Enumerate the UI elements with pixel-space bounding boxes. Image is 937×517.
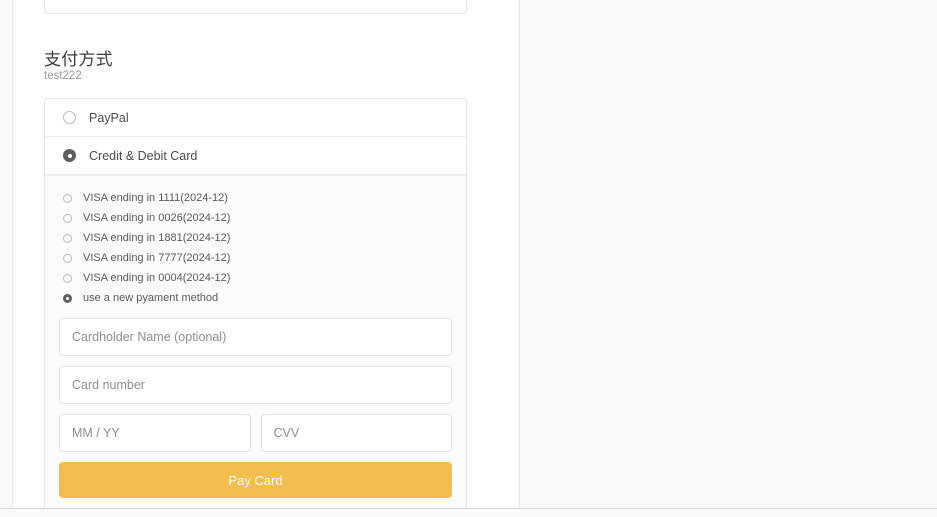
cardholder-field-wrap: [45, 318, 466, 356]
saved-card-option[interactable]: VISA ending in 0026(2024-12): [45, 208, 466, 228]
saved-card-option[interactable]: VISA ending in 1881(2024-12): [45, 228, 466, 248]
pay-button-wrap: Pay Card: [45, 462, 466, 498]
radio-icon-saved-card[interactable]: [63, 233, 72, 243]
payment-method-paypal[interactable]: PayPal: [45, 99, 466, 137]
card-number-field-wrap: [45, 366, 466, 404]
right-empty-pane: [520, 0, 937, 509]
left-gutter-divider: [12, 0, 13, 509]
saved-card-option[interactable]: VISA ending in 0004(2024-12): [45, 268, 466, 288]
cvv-field-wrap: [260, 414, 452, 452]
payment-method-label: Credit & Debit Card: [89, 148, 198, 163]
pay-card-button[interactable]: Pay Card: [59, 462, 452, 498]
radio-icon-saved-card[interactable]: [63, 273, 72, 283]
cvv-input[interactable]: [260, 414, 452, 452]
scrolled-off-card[interactable]: ⌄: [44, 0, 467, 14]
radio-icon-paypal[interactable]: [63, 111, 76, 124]
saved-card-label: VISA ending in 7777(2024-12): [83, 252, 231, 264]
radio-icon-new-payment-method[interactable]: [63, 293, 72, 303]
radio-icon-saved-card[interactable]: [63, 193, 72, 203]
cardholder-name-input[interactable]: [59, 318, 452, 356]
saved-card-label: VISA ending in 0004(2024-12): [83, 272, 231, 284]
new-payment-method-option[interactable]: use a new pyament method: [45, 288, 466, 308]
saved-card-label: VISA ending in 1111(2024-12): [83, 192, 228, 204]
saved-card-label: VISA ending in 0026(2024-12): [83, 212, 231, 224]
checkout-page: ⌄ 支付方式 test222 PayPal Credit & Debit Car…: [0, 0, 937, 517]
radio-icon-saved-card[interactable]: [63, 253, 72, 263]
saved-card-label: VISA ending in 1881(2024-12): [83, 232, 231, 244]
card-number-input[interactable]: [59, 366, 452, 404]
page-title: 支付方式: [44, 50, 113, 69]
payment-method-credit-debit-card[interactable]: Credit & Debit Card: [45, 137, 466, 175]
saved-card-option[interactable]: VISA ending in 7777(2024-12): [45, 248, 466, 268]
expiry-field-wrap: [59, 414, 251, 452]
payment-methods-panel: PayPal Credit & Debit Card VISA ending i…: [44, 98, 467, 517]
payment-method-label: PayPal: [89, 110, 129, 125]
saved-card-option[interactable]: VISA ending in 1111(2024-12): [45, 188, 466, 208]
new-payment-method-label: use a new pyament method: [83, 292, 219, 304]
expiry-date-input[interactable]: [59, 414, 251, 452]
credit-card-form-section: VISA ending in 1111(2024-12) VISA ending…: [45, 175, 466, 516]
expiry-cvv-row: [45, 414, 466, 452]
radio-icon-credit-debit-card[interactable]: [63, 149, 76, 162]
page-subtitle: test222: [44, 70, 82, 82]
left-gutter: [0, 0, 12, 509]
radio-icon-saved-card[interactable]: [63, 213, 72, 223]
bottom-status-bar: [0, 508, 937, 517]
